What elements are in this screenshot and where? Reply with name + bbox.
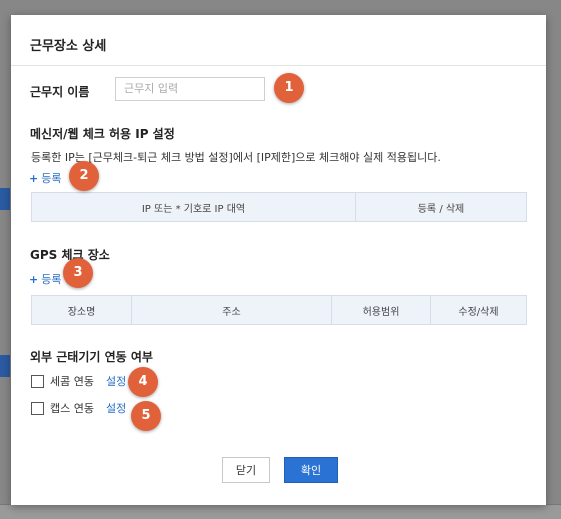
modal-title: 근무장소 상세 (30, 39, 107, 54)
ip-table-header: 등록 / 삭제 (355, 192, 527, 222)
caps-checkbox[interactable] (31, 401, 44, 415)
secom-label: 세콤 연동 (50, 375, 94, 388)
caps-settings-link[interactable]: 설정 (106, 400, 126, 416)
annotation-badge: 1 (274, 73, 304, 103)
gps-table-header: 장소명 (31, 295, 132, 325)
annotation-badge: 4 (128, 367, 158, 397)
ip-table-header: IP 또는 * 기호로 IP 대역 (31, 192, 356, 222)
caps-label: 캡스 연동 (50, 402, 94, 415)
secom-settings-link[interactable]: 설정 (106, 373, 126, 389)
background-footer (0, 504, 561, 519)
background-blue-tab (0, 188, 10, 210)
title-divider (11, 65, 546, 66)
background-blue-tab (0, 355, 10, 377)
gps-register-label: 등록 (41, 273, 62, 286)
gps-table: 장소명 주소 허용범위 수정/삭제 (31, 295, 527, 325)
secom-checkbox[interactable] (31, 374, 44, 388)
name-label: 근무지 이름 (30, 85, 90, 99)
plus-icon: + (29, 273, 39, 286)
annotation-badge: 5 (131, 401, 161, 431)
location-name-input[interactable] (115, 77, 265, 101)
ip-register-label: 등록 (41, 172, 62, 185)
plus-icon: + (29, 172, 39, 185)
messenger-ip-description: 등록한 IP는 [근무체크-퇴근 체크 방법 설정]에서 [IP제한]으로 체크… (31, 151, 441, 164)
gps-table-header: 허용범위 (331, 295, 431, 325)
external-device-section-title: 외부 근태기기 연동 여부 (30, 350, 153, 364)
ip-register-link[interactable]: + 등록 (29, 170, 61, 186)
close-button[interactable]: 닫기 (222, 457, 270, 483)
secom-option: 세콤 연동 (31, 373, 94, 389)
ip-table: IP 또는 * 기호로 IP 대역 등록 / 삭제 (31, 192, 527, 222)
gps-register-link[interactable]: + 등록 (29, 271, 61, 287)
annotation-badge: 2 (69, 161, 99, 191)
caps-option: 캡스 연동 (31, 400, 94, 416)
messenger-ip-section-title: 메신저/웹 체크 허용 IP 설정 (30, 127, 175, 141)
gps-table-header: 주소 (131, 295, 332, 325)
annotation-badge: 3 (63, 258, 93, 288)
confirm-button[interactable]: 확인 (284, 457, 338, 483)
gps-table-header: 수정/삭제 (430, 295, 527, 325)
